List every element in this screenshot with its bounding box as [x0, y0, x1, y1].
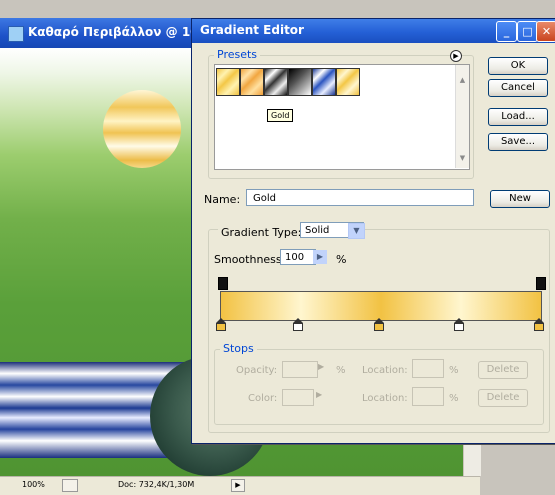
presets-label: Presets — [214, 48, 261, 61]
preset-swatch[interactable] — [288, 68, 312, 96]
document-size: Doc: 732,4K/1,30M — [118, 480, 195, 489]
photoshop-doc-icon — [8, 26, 24, 42]
preset-swatch[interactable] — [240, 68, 264, 96]
name-label: Name: — [204, 193, 241, 206]
opacity-location-unit: % — [449, 365, 459, 376]
gradient-editor-dialog: Gradient Editor _ □ ✕ Presets ▶ Gold ▲ ▼… — [191, 18, 555, 444]
ok-button[interactable]: OK — [488, 57, 548, 75]
dialog-title: Gradient Editor — [200, 23, 304, 37]
name-input[interactable]: Gold — [246, 189, 474, 206]
delete-color-stop-button[interactable]: Delete — [478, 389, 528, 407]
delete-opacity-stop-button[interactable]: Delete — [478, 361, 528, 379]
chevron-down-icon[interactable]: ▼ — [348, 223, 365, 239]
opacity-input[interactable] — [282, 361, 318, 378]
presets-menu-icon[interactable]: ▶ — [450, 50, 462, 62]
color-stop[interactable] — [374, 318, 384, 331]
opacity-unit: % — [336, 365, 346, 376]
gradient-type-label: Gradient Type: — [218, 226, 305, 239]
opacity-stop-left[interactable] — [218, 277, 228, 290]
color-swatch-input[interactable] — [282, 389, 314, 406]
smoothness-slider-arrow-icon[interactable]: ▶ — [313, 250, 327, 264]
cancel-button[interactable]: Cancel — [488, 79, 548, 97]
color-stop[interactable] — [216, 318, 226, 331]
maximize-button[interactable]: □ — [517, 21, 538, 42]
color-label: Color: — [248, 393, 278, 404]
color-arrow-icon[interactable]: ▶ — [316, 390, 322, 399]
gradient-preview-bar[interactable] — [220, 291, 542, 321]
status-info-icon[interactable] — [62, 479, 78, 492]
zoom-level[interactable]: 100% — [22, 480, 45, 489]
stops-label: Stops — [220, 342, 257, 355]
scroll-down-icon[interactable]: ▼ — [457, 153, 468, 164]
opacity-label: Opacity: — [236, 365, 278, 376]
color-location-input[interactable] — [412, 387, 444, 406]
preset-swatch[interactable] — [336, 68, 360, 96]
gold-sphere — [103, 90, 181, 168]
preset-tooltip: Gold — [267, 109, 294, 122]
smoothness-unit: % — [336, 253, 347, 266]
preset-swatch[interactable] — [264, 68, 288, 96]
opacity-location-input[interactable] — [412, 359, 444, 378]
save-button[interactable]: Save... — [488, 133, 548, 151]
load-button[interactable]: Load... — [488, 108, 548, 126]
close-button[interactable]: ✕ — [536, 21, 555, 42]
dialog-titlebar[interactable]: Gradient Editor _ □ ✕ — [192, 19, 555, 43]
color-location-unit: % — [449, 393, 459, 404]
color-stop[interactable] — [293, 318, 303, 331]
presets-scrollbar[interactable]: ▲ ▼ — [455, 65, 469, 168]
status-menu-arrow-icon[interactable]: ▶ — [231, 479, 245, 492]
document-status-bar: 100% Doc: 732,4K/1,30M ▶ — [0, 476, 480, 495]
smoothness-input[interactable]: 100 — [280, 249, 316, 265]
preset-swatch[interactable] — [216, 68, 240, 96]
scroll-up-icon[interactable]: ▲ — [457, 75, 468, 86]
new-button[interactable]: New — [490, 190, 550, 208]
presets-list[interactable]: Gold ▲ ▼ — [214, 64, 470, 170]
preset-swatch[interactable] — [312, 68, 336, 96]
opacity-stop-right[interactable] — [536, 277, 546, 290]
color-stop[interactable] — [534, 318, 544, 331]
smoothness-label: Smoothness: — [214, 253, 286, 266]
minimize-button[interactable]: _ — [496, 21, 517, 42]
color-location-label: Location: — [362, 393, 408, 404]
color-stop[interactable] — [454, 318, 464, 331]
opacity-location-label: Location: — [362, 365, 408, 376]
opacity-arrow-icon[interactable]: ▶ — [318, 362, 324, 371]
